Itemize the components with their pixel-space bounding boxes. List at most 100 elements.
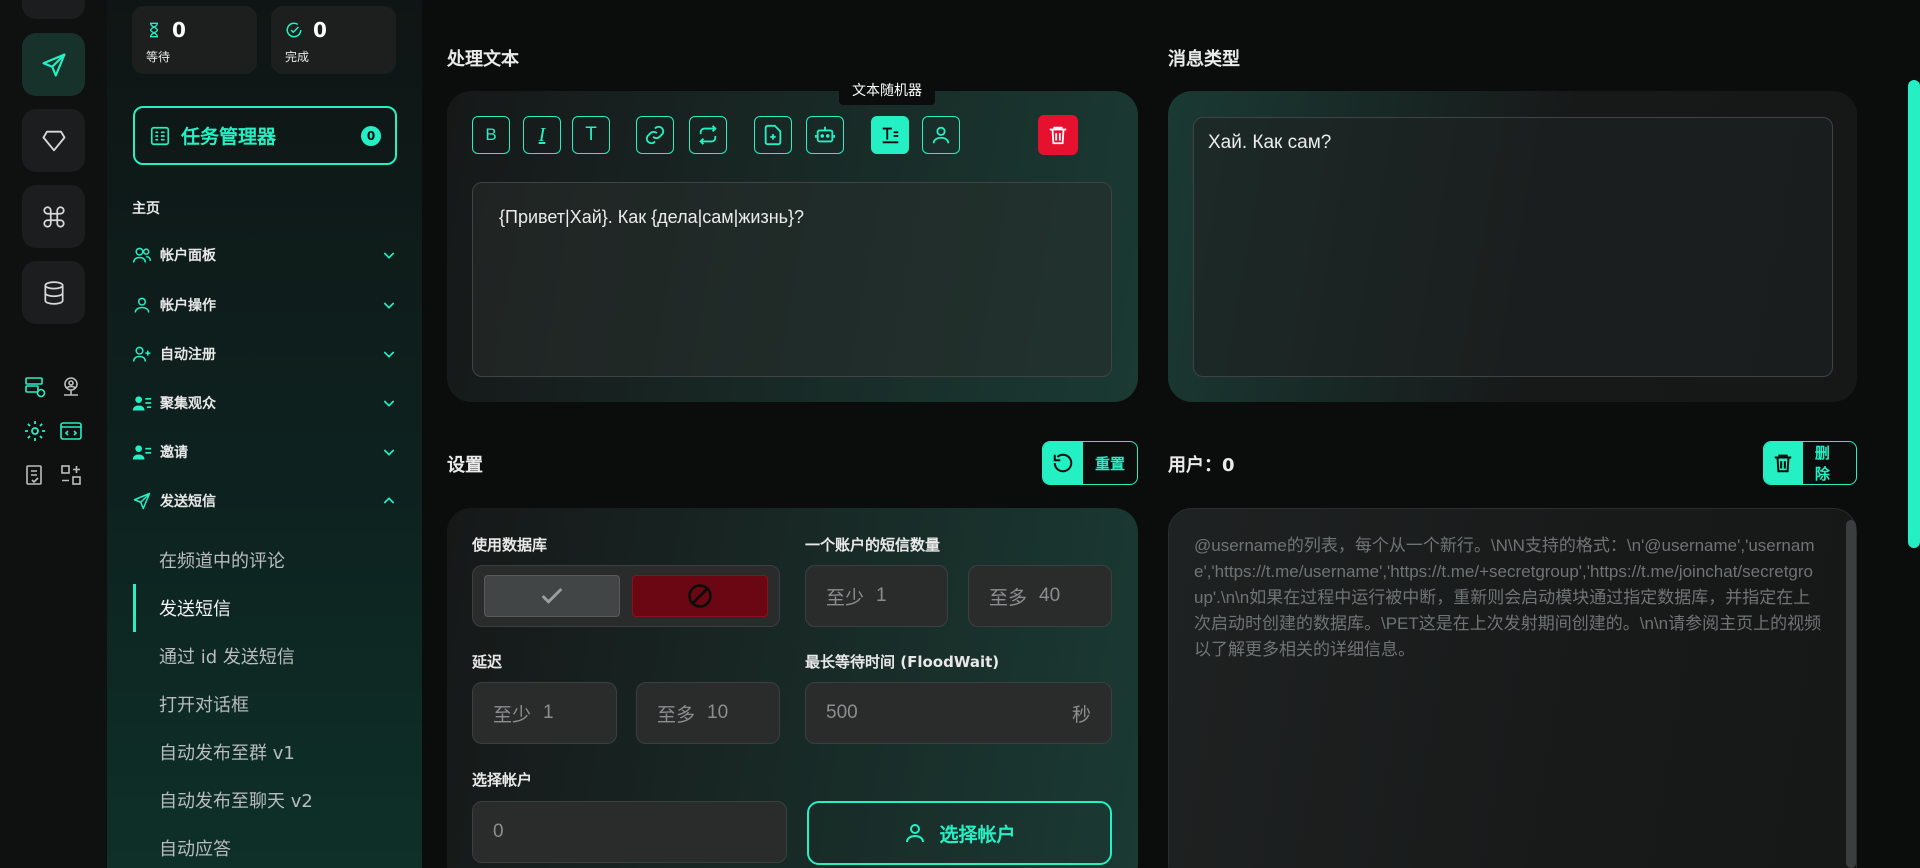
text-format-button[interactable]: T — [572, 116, 610, 154]
task-board-icon — [150, 126, 170, 145]
app-window: 0 等待 0 完成 任务管理器 0 主页 帐户面板 帐户操作 自动注册 聚集观众… — [0, 0, 1920, 868]
send-sms-subnav: 在频道中的评论 发送短信 通过 id 发送短信 打开对话框 自动发布至群 v1 … — [133, 536, 413, 868]
trash-icon — [1775, 454, 1792, 473]
reset-button[interactable]: 重置 — [1042, 441, 1138, 485]
gear-icon[interactable] — [22, 418, 48, 444]
text-icon: T — [585, 124, 597, 145]
nav-item-send-sms[interactable]: 发送短信 — [132, 486, 397, 516]
user-icon — [906, 824, 925, 843]
link-button[interactable] — [636, 116, 674, 154]
use-db-label: 使用数据库 — [472, 536, 548, 554]
nav-home[interactable]: 主页 — [132, 198, 160, 218]
nav-item-invite[interactable]: 邀请 — [132, 437, 397, 467]
code-window-icon[interactable] — [58, 418, 84, 444]
delay-max-value: 10 — [707, 702, 729, 723]
sms-count-label: 一个账户的短信数量 — [805, 536, 941, 554]
delay-max-input[interactable]: 至多 10 — [636, 682, 780, 744]
sidebar: 0 等待 0 完成 任务管理器 0 主页 帐户面板 帐户操作 自动注册 聚集观众… — [107, 0, 422, 868]
italic-icon: I — [538, 123, 546, 146]
floodwait-input[interactable]: 500 秒 — [805, 682, 1112, 744]
diamond-icon — [42, 130, 65, 151]
use-db-no-button[interactable] — [632, 575, 768, 617]
sms-max-input[interactable]: 至多 40 — [968, 565, 1112, 627]
waiting-label: 等待 — [146, 50, 171, 64]
select-account-input[interactable]: 0 — [472, 801, 787, 863]
robot-button[interactable] — [806, 116, 844, 154]
users-input-placeholder[interactable]: @username的列表，每个从一个新行。\N\N支持的格式：\n'@usern… — [1194, 533, 1822, 663]
text-randomizer-icon — [882, 127, 899, 144]
sms-max-value: 40 — [1039, 585, 1061, 606]
repeat-icon — [699, 125, 717, 145]
subnav-item[interactable]: 自动发布至聊天 v2 — [133, 776, 413, 824]
task-count-badge: 0 — [361, 125, 381, 146]
use-db-yes-button[interactable] — [484, 575, 620, 617]
select-account-value: 0 — [493, 821, 504, 842]
users-title: 用户：0 — [1168, 455, 1235, 476]
repeat-button[interactable] — [689, 116, 727, 154]
users-icon — [132, 247, 152, 263]
done-stat: 0 完成 — [271, 6, 396, 74]
waiting-count: 0 — [172, 18, 186, 42]
command-nav-button[interactable] — [22, 185, 85, 248]
user-insert-button[interactable] — [922, 116, 960, 154]
sms-min-input[interactable]: 至少 1 — [805, 565, 948, 627]
italic-button[interactable]: I — [523, 116, 561, 154]
link-icon — [645, 125, 665, 145]
server-check-icon[interactable] — [22, 374, 48, 400]
database-nav-button[interactable] — [22, 261, 85, 324]
message-type-title: 消息类型 — [1168, 49, 1240, 70]
send-nav-button[interactable] — [22, 33, 85, 96]
subnav-item[interactable]: 自动应答 — [133, 824, 413, 868]
user-network-icon[interactable] — [58, 374, 84, 400]
nav-item-account-panel[interactable]: 帐户面板 — [132, 240, 397, 270]
nav-item-label: 自动注册 — [160, 347, 216, 363]
nav-item-auto-register[interactable]: 自动注册 — [132, 339, 397, 369]
send-icon — [41, 52, 66, 77]
select-account-button[interactable]: 选择帐户 — [807, 801, 1112, 865]
delay-min-placeholder: 至少 — [493, 704, 532, 726]
delay-max-placeholder: 至多 — [657, 704, 696, 726]
text-randomizer-button[interactable] — [871, 116, 909, 154]
task-manager-button[interactable]: 任务管理器 0 — [133, 106, 397, 165]
waiting-stat: 0 等待 — [132, 6, 257, 74]
task-manager-label: 任务管理器 — [181, 126, 277, 148]
delete-label: 删除 — [1814, 444, 1830, 483]
sms-min-placeholder: 至少 — [826, 587, 865, 609]
grid-icon-button[interactable] — [22, 0, 85, 19]
apps-icon[interactable] — [58, 462, 84, 488]
nav-item-label: 帐户面板 — [160, 248, 216, 264]
process-text-editor[interactable]: {Привет|Хай}. Как {дела|сам|жизнь}? — [472, 182, 1112, 377]
users-scrollbar[interactable] — [1846, 520, 1856, 868]
database-icon — [43, 280, 64, 305]
file-plus-icon — [764, 124, 782, 146]
subnav-item-active[interactable]: 发送短信 — [133, 584, 413, 632]
send-icon — [133, 492, 151, 510]
subnav-item[interactable]: 自动发布至群 v1 — [133, 728, 413, 776]
nav-item-gather-audience[interactable]: 聚集观众 — [132, 388, 397, 418]
delete-users-button[interactable]: 删除 — [1763, 441, 1857, 485]
sms-max-placeholder: 至多 — [989, 587, 1028, 609]
delay-min-input[interactable]: 至少 1 — [472, 682, 617, 744]
user-plus-icon — [132, 346, 151, 362]
nav-item-label: 聚集观众 — [160, 396, 216, 412]
floodwait-unit: 秒 — [1071, 704, 1091, 726]
subnav-item[interactable]: 打开对话框 — [133, 680, 413, 728]
nav-item-label: 帐户操作 — [160, 298, 216, 314]
clear-text-button[interactable] — [1038, 115, 1078, 155]
check-icon — [541, 587, 563, 604]
check-circle-icon — [286, 22, 302, 38]
chevron-down-icon — [383, 252, 395, 259]
nav-item-account-ops[interactable]: 帐户操作 — [132, 290, 397, 320]
page-scrollbar[interactable] — [1908, 80, 1920, 548]
chevron-down-icon — [383, 449, 395, 456]
checklist-icon[interactable] — [22, 462, 48, 488]
grid-icon — [41, 0, 67, 1]
bold-button[interactable]: B — [472, 116, 510, 154]
diamond-nav-button[interactable] — [22, 109, 85, 172]
subnav-item[interactable]: 在频道中的评论 — [133, 536, 413, 584]
file-add-button[interactable] — [754, 116, 792, 154]
floodwait-label: 最长等待时间 (FloodWait) — [805, 653, 1000, 671]
bold-icon: B — [485, 125, 497, 144]
subnav-item[interactable]: 通过 id 发送短信 — [133, 632, 413, 680]
ban-icon — [688, 584, 712, 608]
